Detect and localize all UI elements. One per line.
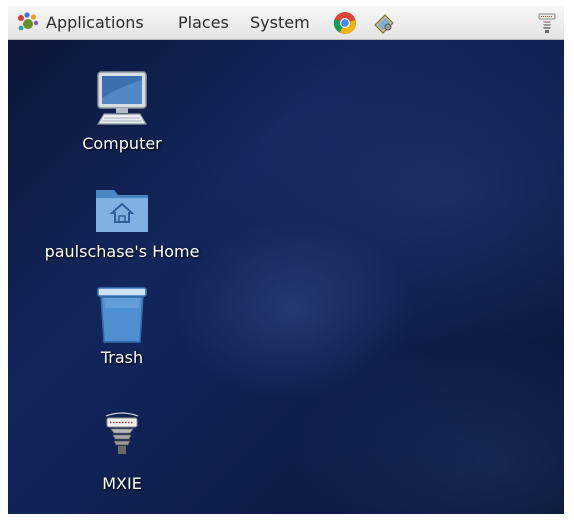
home-folder-icon — [92, 178, 152, 238]
desktop: Computer paulschase's Home Trash MXIE — [8, 40, 564, 514]
desktop-icon-mxie[interactable]: MXIE — [86, 402, 158, 496]
mxie-icon — [102, 410, 142, 458]
desktop-icon-home[interactable]: paulschase's Home — [45, 176, 199, 266]
system-menu[interactable]: System — [250, 6, 310, 40]
desktop-icon-label: Computer — [82, 134, 162, 153]
trash-icon — [92, 284, 152, 346]
screenshot-tool-icon[interactable] — [372, 11, 396, 35]
computer-icon — [90, 68, 154, 132]
screen: Applications Places System Computer paul… — [0, 0, 574, 521]
desktop-icon-trash[interactable]: Trash — [86, 284, 158, 374]
applications-menu[interactable]: Applications — [46, 6, 144, 40]
top-panel: Applications Places System — [8, 6, 564, 40]
desktop-icon-computer[interactable]: Computer — [82, 68, 162, 158]
desktop-icon-label: Trash — [100, 348, 144, 367]
desktop-icon-label: paulschase's Home — [44, 242, 200, 261]
gnome-foot-icon[interactable] — [16, 11, 40, 35]
places-menu[interactable]: Places — [178, 6, 229, 40]
desktop-icon-label: MXIE — [102, 474, 142, 493]
chrome-icon[interactable] — [333, 11, 357, 35]
mxie-tray-icon[interactable] — [535, 11, 559, 35]
